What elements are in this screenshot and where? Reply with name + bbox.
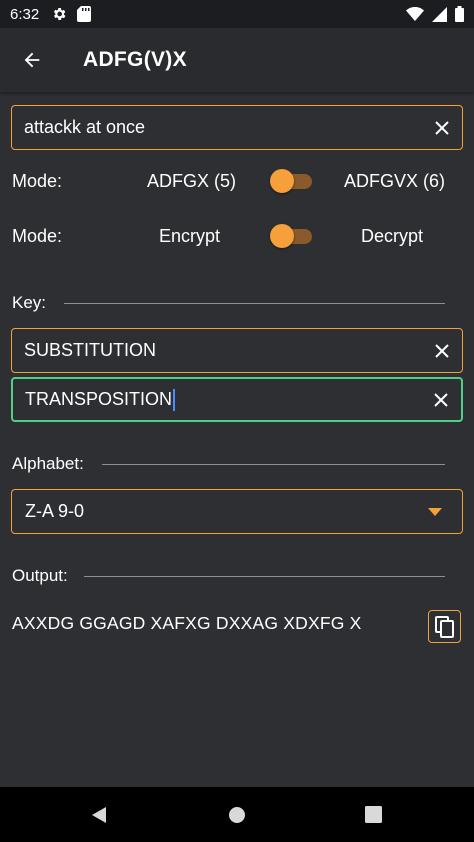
status-bar: 6:32 <box>0 0 474 28</box>
battery-icon <box>455 6 464 22</box>
direction-mode-row: Mode: Encrypt Decrypt <box>12 221 462 251</box>
key-header-label: Key: <box>12 293 47 312</box>
transposition-key-input[interactable]: TRANSPOSITION <box>11 377 463 422</box>
app-bar: ADFG(V)X <box>0 28 474 92</box>
alphabet-selected-value: Z-A 9-0 <box>25 501 85 521</box>
cipher-mode-toggle-thumb <box>270 169 294 193</box>
cipher-mode-option-adfgvx[interactable]: ADFGVX (6) <box>344 171 445 192</box>
close-icon <box>434 392 448 407</box>
nav-back-button[interactable] <box>69 787 129 842</box>
clear-plaintext-button[interactable] <box>429 115 455 141</box>
plaintext-input-value: attackk at once <box>24 117 146 137</box>
cipher-mode-row: Mode: ADFGX (5) ADFGVX (6) <box>12 166 462 196</box>
direction-option-encrypt[interactable]: Encrypt <box>159 226 220 247</box>
alphabet-header-label: Alphabet: <box>12 454 84 473</box>
back-button[interactable] <box>0 28 64 92</box>
dropdown-arrow-icon <box>428 508 442 516</box>
status-icons-right <box>406 0 464 28</box>
key-divider <box>64 302 445 304</box>
direction-option-decrypt[interactable]: Decrypt <box>361 226 423 247</box>
home-circle-icon <box>229 806 245 823</box>
plaintext-input[interactable]: attackk at once <box>11 105 463 150</box>
close-icon <box>435 343 449 358</box>
arrow-back-icon <box>24 52 40 68</box>
clear-substitution-button[interactable] <box>429 338 455 364</box>
transposition-key-value: TRANSPOSITION <box>25 389 173 409</box>
back-triangle-icon <box>92 806 106 823</box>
close-icon <box>435 120 449 135</box>
status-time: 6:32 <box>10 5 40 23</box>
recents-square-icon <box>364 806 382 823</box>
alphabet-section-header: Alphabet: <box>12 452 445 476</box>
cipher-mode-toggle[interactable] <box>270 169 314 193</box>
output-section-header: Output: <box>12 564 445 588</box>
page-title: ADFG(V)X <box>83 48 187 71</box>
output-divider <box>83 575 445 577</box>
direction-mode-label: Mode: <box>12 225 63 246</box>
nav-home-button[interactable] <box>207 787 267 842</box>
nav-recents-button[interactable] <box>343 787 403 842</box>
alphabet-divider <box>101 463 445 465</box>
substitution-key-input[interactable]: SUBSTITUTION <box>11 328 463 373</box>
cipher-mode-option-adfgx[interactable]: ADFGX (5) <box>147 171 236 192</box>
alphabet-dropdown[interactable]: Z-A 9-0 <box>11 489 463 534</box>
cipher-mode-label: Mode: <box>12 170 63 191</box>
clear-transposition-button[interactable] <box>428 387 454 413</box>
content-copy-icon <box>434 615 454 638</box>
signal-icon <box>432 6 447 22</box>
status-icons-left <box>51 6 92 22</box>
settings-gear-icon <box>54 8 66 20</box>
wifi-icon <box>406 7 424 21</box>
text-cursor <box>173 388 176 411</box>
sd-card-icon <box>77 6 92 22</box>
output-header-label: Output: <box>12 566 68 585</box>
direction-mode-toggle[interactable] <box>270 224 314 248</box>
navigation-bar <box>0 787 474 842</box>
key-section-header: Key: <box>12 291 445 315</box>
substitution-key-value: SUBSTITUTION <box>24 340 157 360</box>
output-value: AXXDG GGAGD XAFXG DXXAG XDXFG X <box>12 613 362 633</box>
copy-output-button[interactable] <box>428 610 461 643</box>
direction-mode-toggle-thumb <box>270 224 294 248</box>
